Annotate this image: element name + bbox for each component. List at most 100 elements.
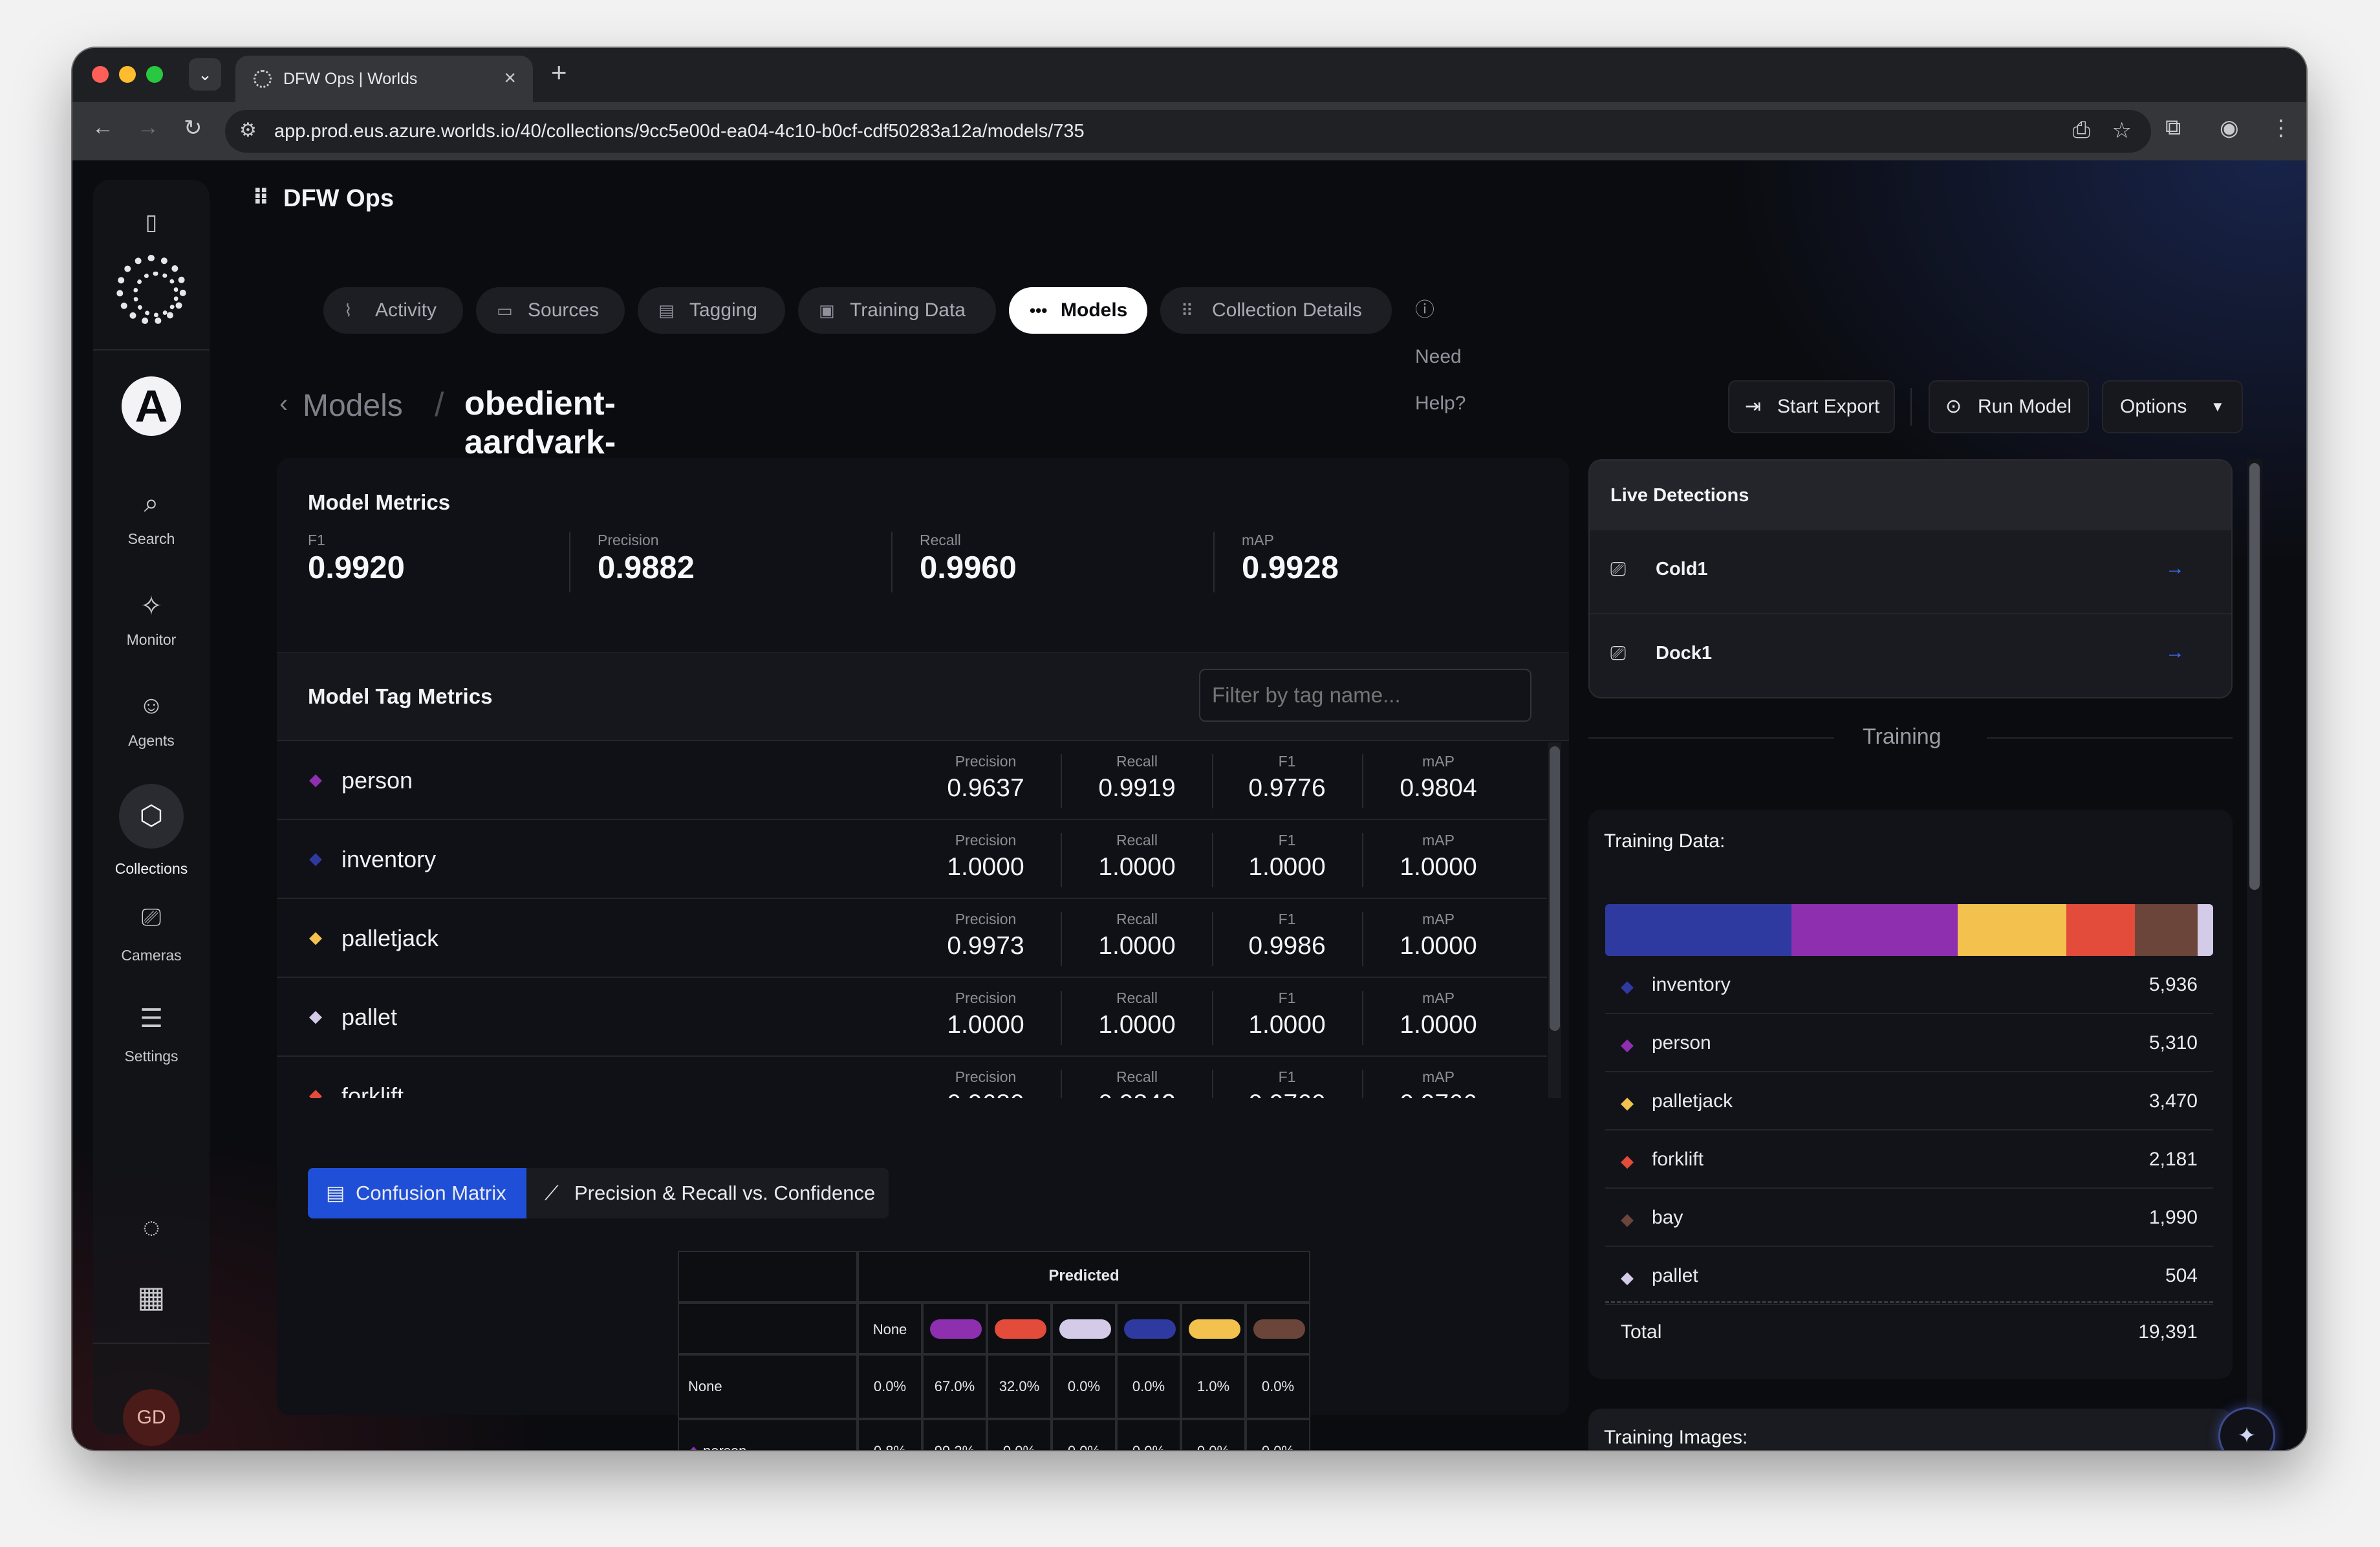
- tag-filter-input[interactable]: [1199, 669, 1531, 722]
- precision-recall-tab[interactable]: ⟋ Precision & Recall vs. Confidence: [526, 1168, 889, 1218]
- sidebar-item-settings[interactable]: Settings: [93, 1048, 210, 1065]
- predicted-column-header: [1052, 1303, 1116, 1354]
- browser-tab[interactable]: DFW Ops | Worlds ×: [235, 56, 533, 102]
- metric-recall: Recall 0.9960: [920, 532, 1211, 594]
- address-bar[interactable]: ⚙ app.prod.eus.azure.worlds.io/40/collec…: [225, 110, 2151, 153]
- tag-metric-map: mAP 0.9766: [1367, 1068, 1509, 1098]
- loading-circle-icon[interactable]: ◌: [93, 1209, 210, 1244]
- back-chevron-icon[interactable]: ‹: [279, 389, 288, 418]
- metric-recall-label: Recall: [920, 532, 961, 548]
- tag-metric-value: 0.9986: [1248, 932, 1326, 960]
- video-camera-icon: ⎚: [1610, 559, 1626, 580]
- reload-icon[interactable]: ↻: [184, 115, 202, 141]
- tag-metric-divider: [1212, 1070, 1213, 1098]
- sidebar-item-monitor[interactable]: Monitor: [93, 631, 210, 649]
- install-app-icon[interactable]: ⎙: [2073, 118, 2090, 143]
- training-tag-count: 3,470: [2148, 1090, 2198, 1112]
- matrix-value-cell: 99.2%: [922, 1419, 987, 1450]
- start-export-button[interactable]: ⇥ Start Export: [1728, 380, 1895, 433]
- need-help-link[interactable]: ⓘ Need Help?: [1415, 287, 1466, 427]
- arrow-right-icon[interactable]: →: [2165, 642, 2185, 664]
- training-tag-name: person: [1652, 1032, 1711, 1054]
- matrix-value-cell: 0.0%: [1246, 1419, 1310, 1450]
- tag-name: forklift: [341, 1083, 404, 1098]
- tab-tagging[interactable]: ▤ Tagging: [638, 287, 785, 334]
- building-icon[interactable]: ▦: [93, 1279, 210, 1314]
- maximize-window-button[interactable]: [146, 66, 163, 83]
- run-model-button[interactable]: ⊙ Run Model: [1929, 380, 2089, 433]
- breadcrumb-models-link[interactable]: Models: [303, 388, 403, 424]
- tag-metric-label: mAP: [1422, 911, 1455, 927]
- address-url[interactable]: app.prod.eus.azure.worlds.io/40/collecti…: [274, 121, 1085, 142]
- tab-collection-details[interactable]: ⠿ Collection Details: [1160, 287, 1392, 334]
- tab-models[interactable]: ••• Models: [1009, 287, 1147, 334]
- sidebar-item-search[interactable]: Search: [93, 530, 210, 548]
- tag-metrics-row[interactable]: ◆ person Precision 0.9637 Recall 0.9919 F1 0.97…: [277, 741, 1547, 820]
- right-panel-scrollbar[interactable]: [2247, 459, 2262, 1449]
- apps-grid-icon[interactable]: ⠿: [252, 185, 270, 211]
- tag-metrics-row[interactable]: ◆ forklift Precision 0.9680 Recall 0.9842 F1 0.…: [277, 1057, 1547, 1098]
- tab-search-chevron-icon[interactable]: ⌄: [189, 58, 221, 91]
- training-tag-row[interactable]: ◆ bay 1,990: [1605, 1189, 2213, 1247]
- training-data-card: Training Data: ◆ inventory 5,936 ◆ person 5,3…: [1588, 810, 2233, 1379]
- training-tag-row[interactable]: ◆ inventory 5,936: [1605, 956, 2213, 1014]
- tab-training-data[interactable]: ▣ Training Data: [798, 287, 996, 334]
- confusion-matrix-tab[interactable]: ▤ Confusion Matrix: [308, 1168, 526, 1218]
- camera-icon[interactable]: ⎚: [93, 904, 210, 932]
- profile-icon[interactable]: ◉: [2220, 115, 2239, 141]
- matrix-value-cell: 0.0%: [858, 1354, 922, 1419]
- sidebar-item-collections[interactable]: Collections: [93, 860, 210, 878]
- extensions-icon[interactable]: ⧉: [2165, 115, 2181, 140]
- matrix-value-cell: 0.0%: [1052, 1419, 1116, 1450]
- right-panel-scroll-thumb[interactable]: [2249, 463, 2260, 890]
- training-tag-row[interactable]: ◆ pallet 504: [1605, 1247, 2213, 1305]
- new-tab-icon[interactable]: +: [551, 57, 567, 88]
- browser-menu-icon[interactable]: ⋮: [2270, 115, 2292, 141]
- back-arrow-icon[interactable]: ←: [92, 115, 114, 140]
- collapse-sidebar-icon[interactable]: ▯: [93, 210, 210, 235]
- training-tag-row[interactable]: ◆ forklift 2,181: [1605, 1130, 2213, 1189]
- camera-name: Dock1: [1656, 643, 1713, 664]
- tag-metric-f1: F1 0.9776: [1216, 753, 1358, 803]
- tag-list-scrollbar[interactable]: [1548, 742, 1561, 1098]
- search-icon[interactable]: ⌕: [93, 489, 210, 518]
- user-avatar[interactable]: GD: [123, 1389, 180, 1446]
- close-window-button[interactable]: [92, 66, 109, 83]
- forward-arrow-icon[interactable]: →: [137, 115, 159, 140]
- tag-metrics-row[interactable]: ◆ inventory Precision 1.0000 Recall 1.0000 F1 1…: [277, 820, 1547, 899]
- camera-row-cold1[interactable]: ⎚ Cold1 →: [1590, 530, 2231, 614]
- training-tag-row[interactable]: ◆ person 5,310: [1605, 1014, 2213, 1072]
- arrow-right-icon[interactable]: →: [2165, 557, 2185, 579]
- tag-metric-divider: [1362, 1070, 1363, 1098]
- matrix-value-cell: 0.0%: [1181, 1419, 1246, 1450]
- training-tag-row[interactable]: ◆ palletjack 3,470: [1605, 1072, 2213, 1130]
- collections-icon[interactable]: ⬡: [93, 799, 210, 831]
- tag-metrics-row[interactable]: ◆ pallet Precision 1.0000 Recall 1.0000 F1 1.00…: [277, 978, 1547, 1057]
- bookmark-star-icon[interactable]: ☆: [2112, 118, 2132, 144]
- minimize-window-button[interactable]: [119, 66, 136, 83]
- camera-row-dock1[interactable]: ⎚ Dock1 →: [1590, 614, 2231, 697]
- sidebar-item-cameras[interactable]: Cameras: [93, 947, 210, 964]
- matrix-corner-cell: [678, 1251, 858, 1303]
- tag-metric-map: mAP 1.0000: [1367, 990, 1509, 1039]
- tab-sources[interactable]: ▭ Sources: [476, 287, 625, 334]
- org-avatar-a[interactable]: A: [122, 376, 181, 436]
- tag-metric-value: 1.0000: [1098, 932, 1176, 960]
- tag-metrics-row[interactable]: ◆ palletjack Precision 0.9973 Recall 1.0000 F1…: [277, 899, 1547, 978]
- robot-icon[interactable]: ☺: [93, 692, 210, 720]
- tag-metric-label: Recall: [1116, 911, 1158, 927]
- tag-list-scroll-thumb[interactable]: [1550, 746, 1560, 1031]
- matrix-value-cell: 0.0%: [1246, 1354, 1310, 1419]
- tag-metric-value: 0.9919: [1098, 774, 1176, 802]
- options-dropdown[interactable]: Options ▼: [2102, 380, 2243, 433]
- sidebar-item-agents[interactable]: Agents: [93, 732, 210, 750]
- predicted-column-header: [1246, 1303, 1310, 1354]
- tag-icon: ◆: [309, 849, 322, 868]
- close-tab-icon[interactable]: ×: [504, 66, 516, 90]
- tag-metric-label: mAP: [1422, 1068, 1455, 1085]
- sliders-icon[interactable]: ☰: [93, 1004, 210, 1033]
- site-settings-icon[interactable]: ⚙: [239, 119, 257, 142]
- tag-icon: ◆: [309, 770, 322, 789]
- tab-activity[interactable]: ⌇ Activity: [323, 287, 463, 334]
- monitor-icon[interactable]: ✧: [93, 590, 210, 622]
